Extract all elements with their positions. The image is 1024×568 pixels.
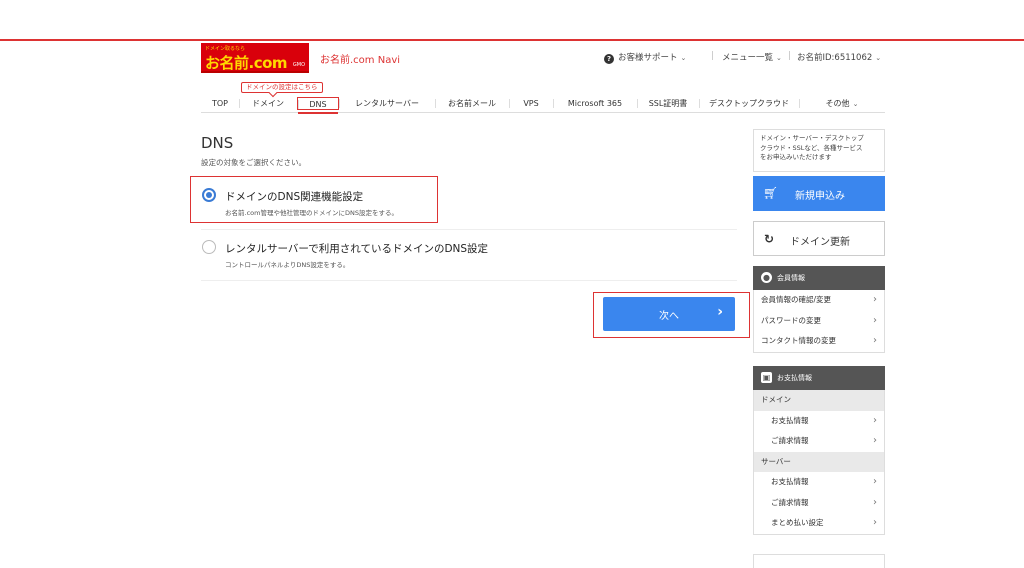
nav-other[interactable]: その他 ⌄ xyxy=(799,97,885,110)
chevron-right-icon: › xyxy=(873,294,877,305)
nav-dns[interactable]: DNS xyxy=(297,97,339,114)
member-info-list: 会員情報の確認/変更 › パスワードの変更 › コンタクト情報の変更 › xyxy=(753,290,885,353)
help-icon: ? xyxy=(604,54,614,64)
user-icon: ● xyxy=(761,272,772,283)
refresh-icon: ↻ xyxy=(764,232,775,246)
option-rental-server-dns[interactable]: レンタルサーバーで利用されているドメインのDNS設定 コントロールパネルよりDN… xyxy=(201,230,737,281)
cart-icon: 🛒︎ xyxy=(763,186,779,200)
menu-label: メニュー一覧 xyxy=(722,53,774,63)
radio-rental-server-dns[interactable] xyxy=(202,240,216,254)
bulk-payment-link[interactable]: まとめ払い設定 › xyxy=(754,513,884,534)
option-sub: コントロールパネルよりDNS設定をする。 xyxy=(225,261,350,269)
contact-change-link[interactable]: コンタクト情報の変更 › xyxy=(754,331,884,352)
util-separator: | xyxy=(711,51,714,61)
sidebar-next-panel xyxy=(753,554,885,568)
member-info-header: ● 会員情報 xyxy=(753,266,885,290)
domain-payment-link[interactable]: お支払情報 › xyxy=(754,411,884,432)
nav-other-label: その他 xyxy=(825,99,850,108)
link-label: パスワードの変更 xyxy=(761,315,821,325)
new-order-label: 新規申込み xyxy=(795,191,845,202)
domain-billing-link[interactable]: ご請求情報 › xyxy=(754,431,884,452)
support-label: お客様サポート xyxy=(618,53,678,63)
customer-support-link[interactable]: ? お客様サポート ⌄ xyxy=(604,51,686,64)
domain-renew-label: ドメイン更新 xyxy=(790,237,850,248)
wallet-icon: ▣ xyxy=(761,372,772,383)
link-label: お支払情報 xyxy=(771,477,809,486)
option-label: レンタルサーバーで利用されているドメインのDNS設定 xyxy=(225,243,489,255)
highlight-box-next xyxy=(593,292,750,338)
link-label: ご請求情報 xyxy=(771,497,809,507)
link-label: まとめ払い設定 xyxy=(771,518,824,527)
logo-text: お名前.com xyxy=(205,54,288,72)
global-nav: TOP ドメイン DNS レンタルサーバー お名前メール VPS Microso… xyxy=(201,95,885,114)
highlight-box-option xyxy=(190,176,438,223)
promo-box: ドメイン・サーバー・デスクトップ クラウド・SSLなど、各種サービス をお申込み… xyxy=(753,129,885,172)
server-payment-link[interactable]: お支払情報 › xyxy=(754,472,884,493)
onamae-logo[interactable]: ドメイン取るなら お名前.com GMO xyxy=(201,43,309,73)
nav-top[interactable]: TOP xyxy=(201,97,239,110)
link-label: 会員情報の確認/変更 xyxy=(761,295,832,304)
domain-renew-button[interactable]: ↻ ドメイン更新 xyxy=(753,221,885,256)
nav-microsoft365[interactable]: Microsoft 365 xyxy=(553,97,637,110)
chevron-down-icon: ⌄ xyxy=(680,54,687,62)
nav-domain[interactable]: ドメイン xyxy=(239,97,297,110)
payment-info-list: ドメイン お支払情報 › ご請求情報 › サーバー お支払情報 › ご請求情報 › まと… xyxy=(753,390,885,535)
link-label: コンタクト情報の変更 xyxy=(761,336,836,345)
chevron-right-icon: › xyxy=(873,496,877,508)
chevron-right-icon: › xyxy=(873,414,877,426)
new-order-button[interactable]: 🛒︎ 新規申込み xyxy=(753,176,885,211)
group-domain: ドメイン xyxy=(754,390,884,411)
chevron-right-icon: › xyxy=(873,314,877,326)
chevron-down-icon: ⌄ xyxy=(875,54,882,62)
logo-sub: GMO xyxy=(292,62,305,68)
payment-info-title: お支払情報 xyxy=(777,374,812,382)
chevron-right-icon: › xyxy=(873,476,877,487)
promo-line: クラウド・SSLなど、各種サービス xyxy=(760,143,863,152)
logo-tagline: ドメイン取るなら xyxy=(205,46,246,52)
page-title: DNS xyxy=(201,134,234,152)
promo-line: をお申込みいただけます xyxy=(760,153,832,161)
nav-ssl[interactable]: SSL証明書 xyxy=(637,97,699,110)
nav-desktop-cloud[interactable]: デスクトップクラウド xyxy=(699,97,799,110)
chevron-right-icon: › xyxy=(873,517,877,528)
chevron-down-icon: ⌄ xyxy=(852,100,859,108)
nav-vps[interactable]: VPS xyxy=(509,97,553,110)
link-label: お支払情報 xyxy=(771,415,809,425)
navi-title: お名前.com Navi xyxy=(320,55,401,66)
nav-rental-server[interactable]: レンタルサーバー xyxy=(339,97,435,110)
server-billing-link[interactable]: ご請求情報 › xyxy=(754,493,884,514)
page-description: 設定の対象をご選択ください。 xyxy=(201,158,306,167)
account-id-link[interactable]: お名前ID:6511062 ⌄ xyxy=(797,51,881,63)
header-top-line xyxy=(0,39,1024,41)
member-info-edit-link[interactable]: 会員情報の確認/変更 › xyxy=(754,290,884,311)
member-info-title: 会員情報 xyxy=(777,274,805,282)
payment-info-header: ▣ お支払情報 xyxy=(753,366,885,390)
chevron-right-icon: › xyxy=(873,435,877,446)
menu-list-link[interactable]: メニュー一覧 ⌄ xyxy=(722,51,782,63)
account-label: お名前ID:6511062 xyxy=(797,53,873,63)
link-label: ご請求情報 xyxy=(771,436,809,445)
password-change-link[interactable]: パスワードの変更 › xyxy=(754,311,884,332)
promo-line: ドメイン・サーバー・デスクトップ xyxy=(760,134,864,142)
nav-mail[interactable]: お名前メール xyxy=(435,97,509,110)
group-server: サーバー xyxy=(754,451,884,472)
chevron-right-icon: › xyxy=(873,335,877,346)
dns-tooltip: ドメインの設定はこちら xyxy=(241,82,323,93)
